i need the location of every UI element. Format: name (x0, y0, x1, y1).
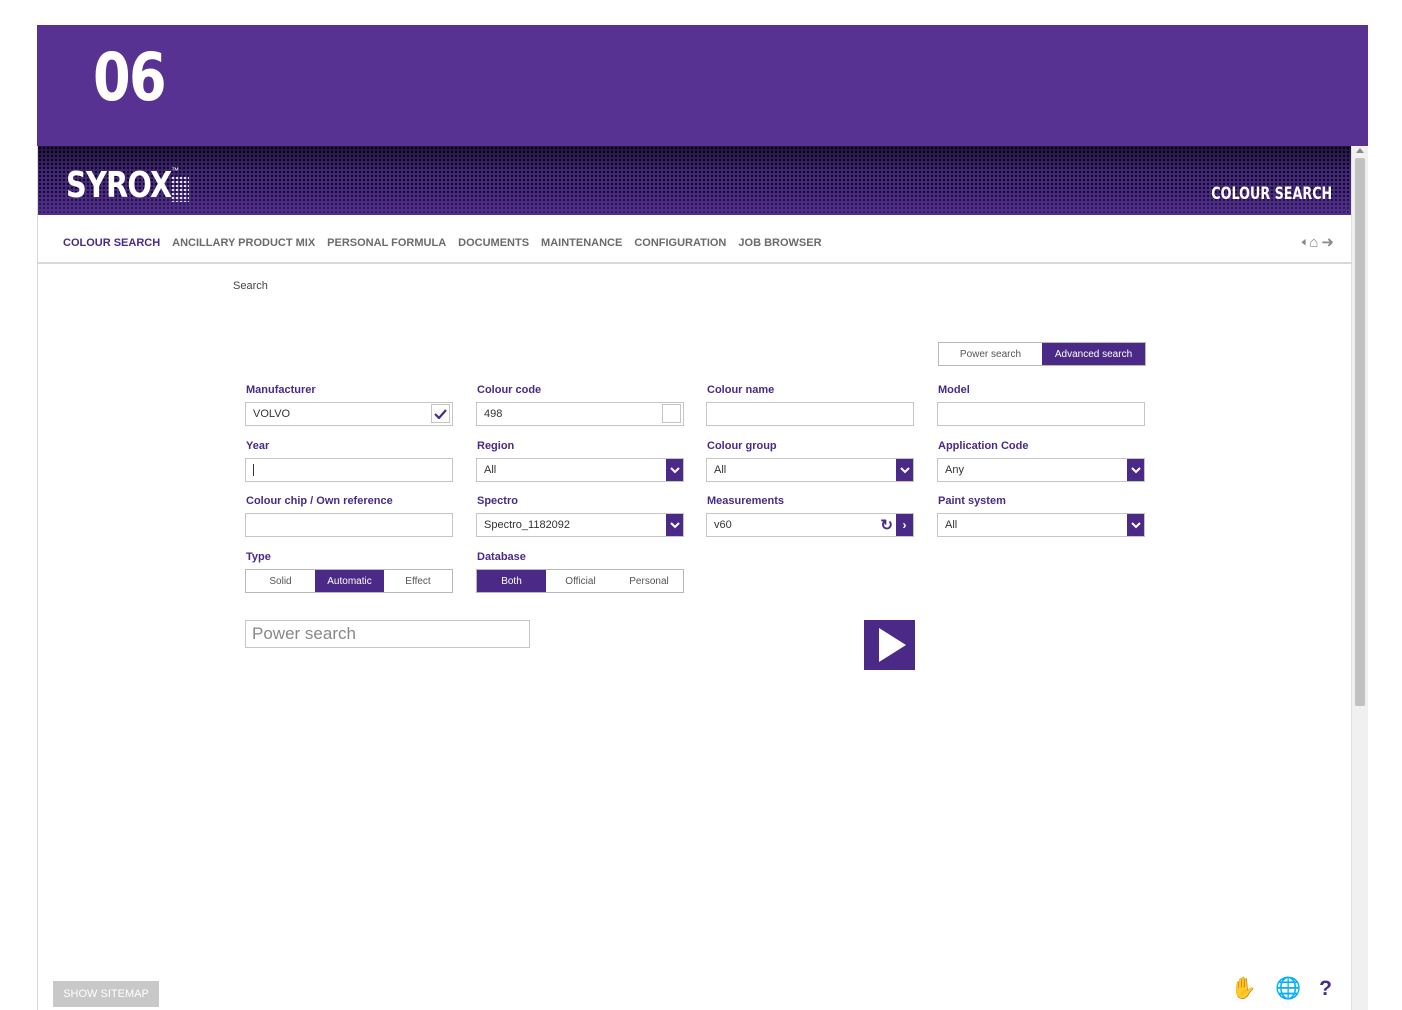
power-search-mode-button[interactable]: Power search (939, 343, 1042, 365)
app-window: SYROX ™ COLOUR SEARCH COLOUR SEARCH ANCI… (37, 146, 1368, 1010)
region-select[interactable]: All (476, 458, 684, 482)
play-icon (879, 628, 906, 662)
colour-chip-label: Colour chip / Own reference (246, 495, 393, 507)
chevron-right-icon[interactable]: › (896, 514, 913, 536)
type-automatic-button[interactable]: Automatic (315, 570, 384, 592)
chevron-down-icon[interactable] (1127, 514, 1144, 536)
type-effect-button[interactable]: Effect (384, 570, 452, 592)
colour-chip-field[interactable] (245, 513, 453, 537)
database-personal-button[interactable]: Personal (615, 570, 683, 592)
colour-code-label: Colour code (477, 384, 542, 396)
database-both-button[interactable]: Both (477, 570, 546, 592)
year-label: Year (246, 440, 270, 452)
chevron-down-icon[interactable] (896, 459, 913, 481)
nav-colour-search[interactable]: COLOUR SEARCH (63, 237, 160, 249)
type-toggle: Solid Automatic Effect (245, 569, 453, 593)
database-toggle: Both Official Personal (476, 569, 684, 593)
nav-job-browser[interactable]: JOB BROWSER (738, 237, 821, 249)
application-code-label: Application Code (938, 440, 1029, 452)
power-search-input[interactable]: Power search (245, 620, 530, 648)
spectro-select[interactable]: Spectro_1182092 (476, 513, 684, 537)
touch-icon[interactable]: ✋ (1231, 978, 1257, 999)
chevron-down-icon[interactable] (666, 514, 683, 536)
type-label: Type (246, 551, 271, 563)
show-sitemap-button[interactable]: SHOW SITEMAP (53, 981, 159, 1007)
back-arrow-icon[interactable]: 🢐 (1301, 235, 1307, 250)
home-icon[interactable]: ⌂ (1309, 235, 1318, 250)
nav-personal-formula[interactable]: PERSONAL FORMULA (327, 237, 446, 249)
breadcrumb: Search (233, 280, 268, 292)
year-field[interactable] (245, 458, 453, 482)
refresh-icon[interactable]: ↻ (880, 518, 893, 533)
help-icon[interactable]: ? (1319, 978, 1332, 999)
database-label: Database (477, 551, 526, 563)
scrollbar[interactable] (1351, 146, 1368, 1010)
colour-name-label: Colour name (707, 384, 775, 396)
app-header: SYROX ™ COLOUR SEARCH (38, 146, 1352, 215)
header-title: COLOUR SEARCH (1211, 184, 1332, 204)
chevron-down-icon[interactable] (1127, 459, 1144, 481)
syrox-logo: SYROX (66, 165, 172, 206)
chevron-down-icon[interactable] (666, 459, 683, 481)
colour-name-field[interactable] (706, 402, 914, 426)
type-solid-button[interactable]: Solid (246, 570, 315, 592)
nav-documents[interactable]: DOCUMENTS (458, 237, 529, 249)
globe-icon[interactable]: 🌐 (1275, 978, 1301, 999)
measurements-value: v60 (714, 519, 732, 531)
model-label: Model (938, 384, 970, 396)
nav-configuration[interactable]: CONFIGURATION (634, 237, 726, 249)
manufacturer-value: VOLVO (253, 408, 291, 420)
advanced-search-mode-button[interactable]: Advanced search (1042, 343, 1145, 365)
paint-system-label: Paint system (938, 495, 1006, 507)
nav-ancillary-product-mix[interactable]: ANCILLARY PRODUCT MIX (172, 237, 315, 249)
region-label: Region (477, 440, 515, 452)
manufacturer-field[interactable]: VOLVO (245, 402, 453, 426)
colour-code-field[interactable]: 498 (476, 402, 684, 426)
spectro-value: Spectro_1182092 (484, 519, 571, 531)
colour-code-value: 498 (484, 408, 503, 420)
slide-number: 06 (93, 39, 167, 116)
application-code-value: Any (945, 464, 964, 476)
power-search-placeholder: Power search (252, 624, 356, 643)
colour-group-label: Colour group (707, 440, 777, 452)
text-caret (253, 464, 254, 476)
measurements-field[interactable]: v60 ↻ › (706, 513, 914, 537)
application-code-select[interactable]: Any (937, 458, 1145, 482)
logout-icon[interactable]: ➜ (1321, 235, 1334, 250)
slide-banner: 06 (37, 25, 1368, 146)
spectro-label: Spectro (477, 495, 518, 507)
paint-system-select[interactable]: All (937, 513, 1145, 537)
manufacturer-check-icon[interactable] (431, 404, 450, 423)
colour-code-checkbox[interactable] (662, 404, 681, 423)
scroll-thumb[interactable] (1355, 158, 1365, 706)
manufacturer-label: Manufacturer (246, 384, 316, 396)
database-official-button[interactable]: Official (546, 570, 615, 592)
main-nav: COLOUR SEARCH ANCILLARY PRODUCT MIX PERS… (38, 215, 1352, 264)
search-play-button[interactable] (864, 620, 915, 670)
paint-system-value: All (945, 519, 958, 531)
logo-dots-icon (171, 176, 189, 202)
nav-maintenance[interactable]: MAINTENANCE (541, 237, 622, 249)
measurements-label: Measurements (707, 495, 785, 507)
model-field[interactable] (937, 402, 1145, 426)
logo-trademark: ™ (171, 166, 179, 175)
scroll-up-arrow-icon[interactable] (1356, 148, 1364, 153)
region-value: All (484, 464, 497, 476)
colour-group-select[interactable]: All (706, 458, 914, 482)
search-mode-toggle: Power search Advanced search (938, 342, 1146, 366)
colour-group-value: All (714, 464, 727, 476)
